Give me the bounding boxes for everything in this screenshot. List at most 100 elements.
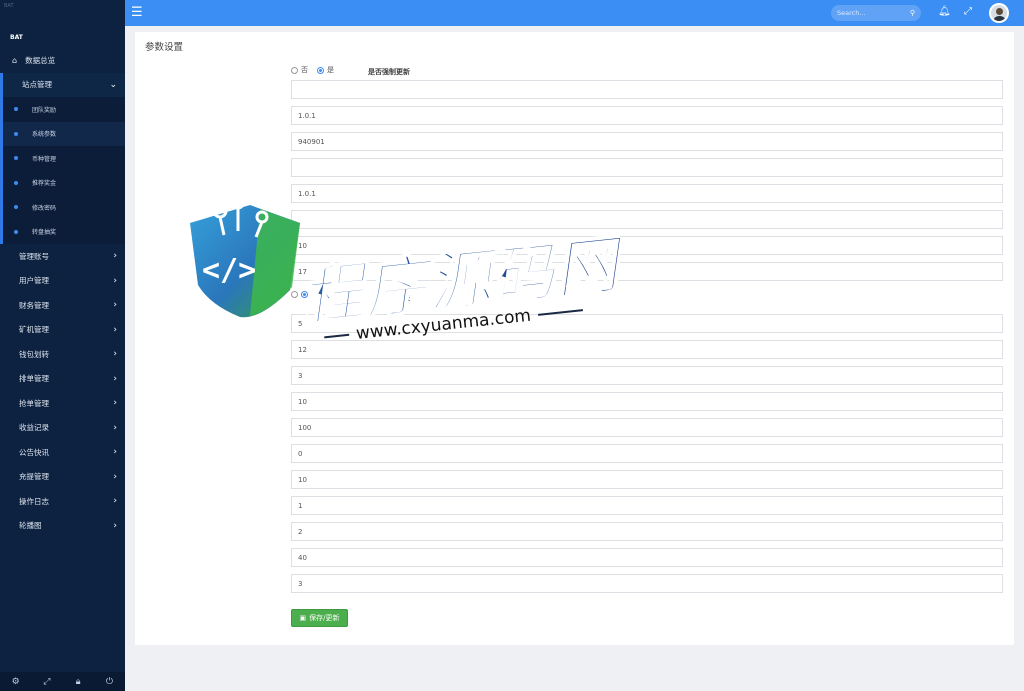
text-field[interactable] — [291, 470, 1003, 489]
sidebar-top-text: BAT — [4, 3, 14, 9]
settings-panel: 参数设置 是否强制更新 否 是 APP下载网址 APP版本号超级验证码 IOS下载地… — [135, 32, 1014, 645]
power-icon[interactable]: ⏻ — [94, 672, 125, 691]
form-row-force-update: 是否强制更新 否 是 — [135, 62, 1014, 81]
text-field[interactable] — [291, 106, 1003, 125]
sidebar-item-label: 管理账号 — [19, 251, 49, 261]
sidebar-item-label: 充提管理 — [19, 472, 49, 482]
radio-label-no: 否 — [301, 66, 308, 74]
radio-yes[interactable] — [317, 66, 324, 74]
sidebar-subitem-currency[interactable]: 币种管理 — [3, 146, 125, 171]
sidebar-item[interactable]: 抢单管理 › — [0, 391, 125, 416]
chevron-right-icon: › — [113, 324, 117, 335]
expand-icon[interactable]: ⤢ — [31, 672, 62, 691]
radio-no[interactable] — [291, 66, 298, 74]
text-field[interactable] — [291, 522, 1003, 541]
sidebar-item[interactable]: 排单管理 › — [0, 367, 125, 392]
text-field[interactable] — [291, 548, 1003, 567]
gear-icon[interactable]: ⚙ — [0, 672, 31, 691]
sidebar-subitem-label: 修改密码 — [32, 204, 57, 212]
bullet-icon — [14, 205, 18, 209]
text-field[interactable] — [291, 314, 1003, 333]
text-field[interactable] — [291, 184, 1003, 203]
search-box[interactable]: ⚲ — [831, 5, 921, 21]
form-row: APP下载网址 — [135, 80, 1014, 99]
form-row: APP版本号 — [135, 106, 1014, 125]
fullscreen-icon[interactable]: ⤢ — [964, 6, 972, 17]
field-label: 是否强制更新 — [368, 68, 410, 76]
save-button-label: 保存/更新 — [309, 614, 340, 622]
sidebar-subitem-team-reward[interactable]: 团队奖励 — [3, 97, 125, 122]
text-field[interactable] — [291, 262, 1003, 281]
form-row: 提币手续费币种ID — [135, 574, 1014, 593]
sidebar-item-label: 公告快讯 — [19, 447, 49, 457]
sidebar-item-label: 排单管理 — [19, 374, 49, 384]
chevron-right-icon: › — [113, 447, 117, 457]
sidebar-subitem-system-params[interactable]: 系统参数 — [3, 121, 125, 146]
text-field[interactable] — [291, 210, 1003, 229]
text-field[interactable] — [291, 80, 1003, 99]
sidebar-item-label: 站点管理 — [22, 80, 52, 90]
sidebar-item-label: 数据总览 — [25, 55, 56, 65]
chevron-right-icon: › — [113, 520, 117, 531]
sidebar-bottom-bar: ⚙ ⤢ 🔒︎ ⏻ — [0, 672, 125, 691]
form-row: 分红池比例% — [135, 314, 1014, 333]
radio-option[interactable] — [301, 291, 308, 298]
sidebar-subitem-wheel[interactable]: 转盘抽奖 — [3, 220, 125, 245]
text-field[interactable] — [291, 496, 1003, 515]
sidebar-item[interactable]: 用户管理 › — [0, 269, 125, 294]
form-row: 提现返还平台币比例% — [135, 548, 1014, 567]
form-row: 最大共识百分比% — [135, 392, 1014, 411]
lock-icon[interactable]: 🔒︎ — [63, 672, 94, 691]
text-field[interactable] — [291, 158, 1003, 177]
text-field[interactable] — [291, 340, 1003, 359]
sidebar-item-label: 操作日志 — [19, 496, 49, 506]
chevron-right-icon: › — [113, 398, 117, 408]
sidebar-subitem-password[interactable]: 修改密码 — [3, 195, 125, 220]
chevron-right-icon: › — [113, 496, 117, 506]
form-row: 共识扣除平台币比例% — [135, 522, 1014, 541]
chevron-right-icon: › — [113, 275, 117, 286]
sidebar-item-label: 抢单管理 — [19, 398, 49, 408]
avatar[interactable] — [989, 3, 1009, 23]
form-row — [135, 262, 1014, 281]
text-field[interactable] — [291, 236, 1003, 255]
search-icon[interactable]: ⚲ — [910, 9, 915, 17]
bell-icon[interactable]: 🔔︎ — [938, 6, 951, 17]
sidebar-item[interactable]: 财务管理 › — [0, 293, 125, 318]
form-row: 测试共识 — [135, 340, 1014, 359]
radio-option[interactable] — [291, 291, 298, 298]
chevron-right-icon: › — [113, 422, 117, 433]
text-field[interactable] — [291, 418, 1003, 437]
text-field[interactable] — [291, 366, 1003, 385]
sidebar-item[interactable]: 钱包划转 › — [0, 342, 125, 367]
sidebar-item[interactable]: 管理账号 › — [0, 244, 125, 269]
sidebar-item-label: 矿机管理 — [19, 325, 49, 335]
form-row: 股东分红比例% — [135, 366, 1014, 385]
form-row: 收益比例的USDT比例% — [135, 418, 1014, 437]
sidebar-subitem-referral[interactable]: 推荐奖金 — [3, 171, 125, 196]
sidebar-subitem-label: 币种管理 — [32, 155, 57, 163]
bullet-icon — [14, 156, 18, 160]
sidebar-item[interactable]: 收益记录 › — [0, 416, 125, 441]
radio-label-yes: 是 — [327, 66, 334, 74]
chevron-down-icon: ⌄ — [109, 79, 117, 90]
sidebar-group-site[interactable]: 站点管理 ⌄ — [0, 72, 125, 97]
text-field[interactable] — [291, 132, 1003, 151]
sidebar-item[interactable]: 轮播图 › — [0, 514, 125, 539]
sidebar-item[interactable]: 操作日志 › — [0, 489, 125, 514]
sidebar-item-label: 轮播图 — [19, 521, 42, 531]
sidebar-item-label: 财务管理 — [19, 300, 49, 310]
chevron-right-icon: › — [113, 471, 117, 482]
text-field[interactable] — [291, 574, 1003, 593]
text-field[interactable] — [291, 392, 1003, 411]
sidebar-item[interactable]: 充提管理 › — [0, 465, 125, 490]
form-row: IOS下载地址 — [135, 158, 1014, 177]
page-title: 参数设置 — [145, 42, 184, 53]
search-input[interactable] — [837, 9, 910, 17]
menu-icon[interactable]: ☰ — [131, 6, 145, 20]
sidebar-item[interactable]: 公告快讯 › — [0, 440, 125, 465]
text-field[interactable] — [291, 444, 1003, 463]
sidebar-item[interactable]: 矿机管理 › — [0, 318, 125, 343]
sidebar-item-home[interactable]: ⌂ 数据总览 — [0, 48, 125, 73]
save-button[interactable]: ▣ 保存/更新 — [291, 609, 348, 627]
